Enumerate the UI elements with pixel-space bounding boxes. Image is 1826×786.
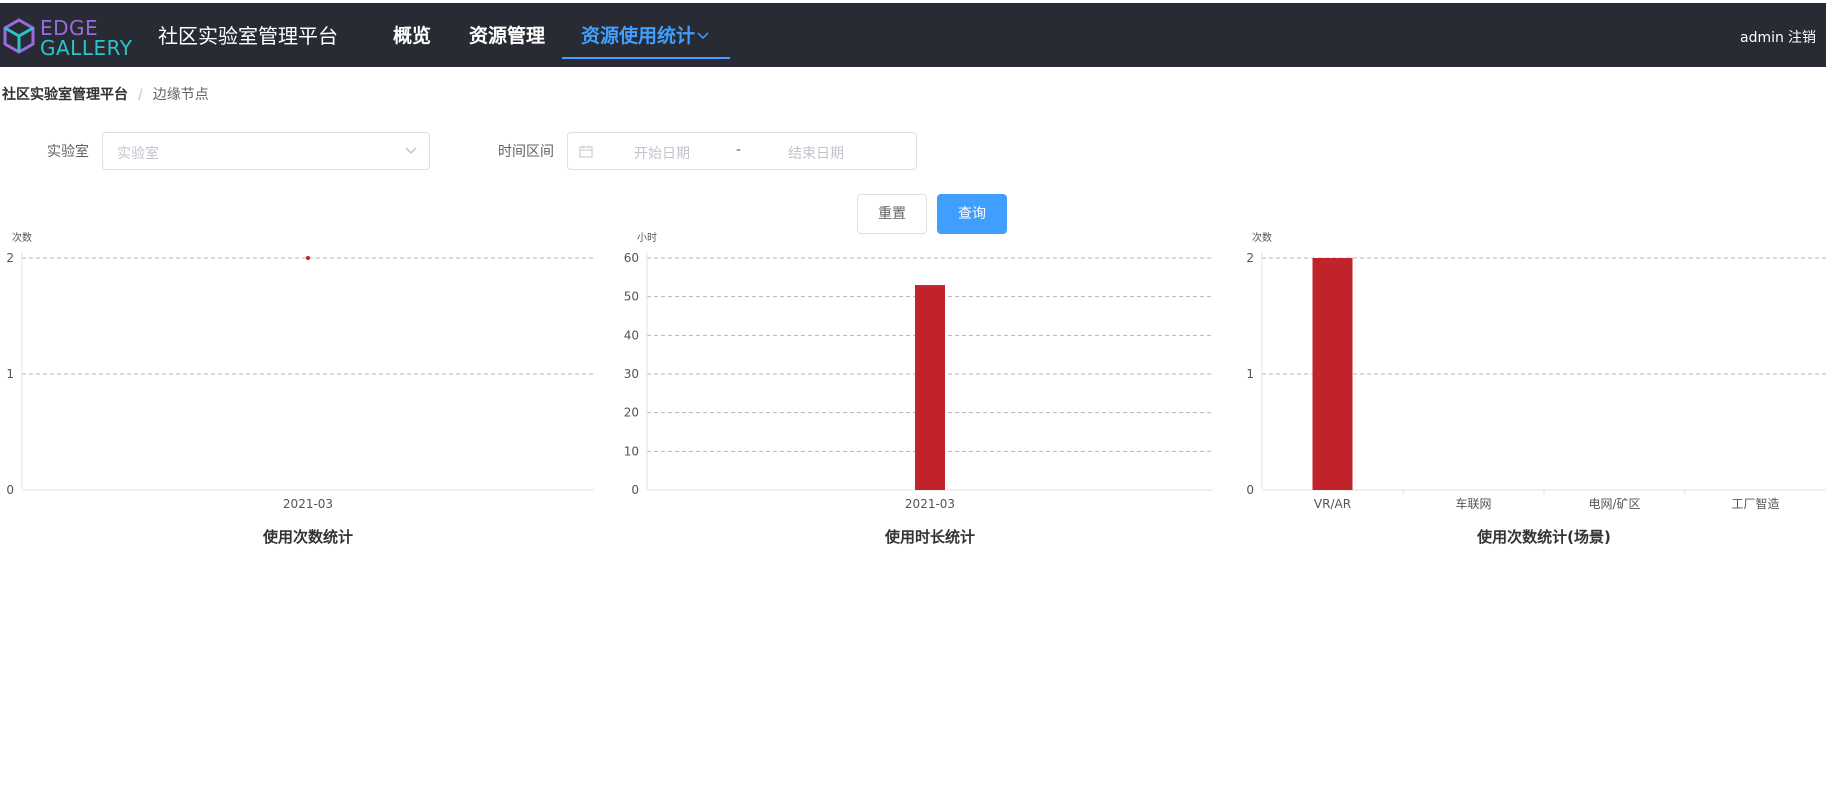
active-nav-indicator bbox=[562, 57, 730, 59]
logo-text-gallery: GALLERY bbox=[40, 36, 133, 60]
y-tick-label: 10 bbox=[624, 444, 639, 458]
bar bbox=[1312, 258, 1353, 490]
calendar-icon bbox=[579, 145, 593, 158]
usage-count-chart-plot: 次数 0 1 2 2021-03 bbox=[6, 231, 594, 511]
y-tick-label: 50 bbox=[624, 290, 639, 304]
chevron-down-icon bbox=[405, 147, 417, 155]
user-name[interactable]: admin bbox=[1740, 29, 1784, 47]
x-tick-label: 电网/矿区 bbox=[1588, 497, 1640, 511]
data-point bbox=[306, 256, 310, 260]
y-tick-label: 1 bbox=[1246, 367, 1254, 381]
scenario-usage-chart-plot: 次数 0 1 2 VR/AR 车联网 电网/矿区 工厂智造 bbox=[1246, 231, 1826, 511]
bar bbox=[915, 285, 945, 490]
chevron-down-icon[interactable] bbox=[697, 32, 709, 40]
y-tick-label: 20 bbox=[624, 406, 639, 420]
usage-count-chart: 次数 0 1 2 2021-03 使用次数统计 bbox=[0, 228, 600, 558]
start-date-input[interactable]: 开始日期 bbox=[634, 143, 690, 163]
y-tick-label: 0 bbox=[631, 483, 639, 497]
y-tick-label: 0 bbox=[1246, 483, 1254, 497]
y-tick-label: 60 bbox=[624, 251, 639, 265]
breadcrumb-item-platform[interactable]: 社区实验室管理平台 bbox=[2, 87, 128, 103]
date-range-picker[interactable]: 开始日期 - 结束日期 bbox=[567, 132, 917, 170]
y-tick-label: 0 bbox=[6, 483, 14, 497]
x-tick-label: 2021-03 bbox=[283, 497, 333, 511]
y-tick-label: 30 bbox=[624, 367, 639, 381]
usage-duration-chart-title: 使用时长统计 bbox=[884, 528, 975, 546]
nav-resource-statistics[interactable]: 资源使用统计 bbox=[581, 23, 695, 49]
x-tick-label: 工厂智造 bbox=[1731, 496, 1779, 511]
usage-duration-chart-plot: 小时 0 10 20 30 40 50 60 2021-03 bbox=[624, 232, 1213, 511]
x-tick-label: 车联网 bbox=[1455, 496, 1491, 511]
nav-resource-management[interactable]: 资源管理 bbox=[469, 23, 545, 49]
lab-label: 实验室 bbox=[47, 144, 89, 160]
y-tick-label: 2 bbox=[1246, 251, 1254, 265]
usage-count-chart-title: 使用次数统计 bbox=[262, 528, 353, 546]
edgegallery-logo[interactable]: EDGE GALLERY bbox=[2, 15, 132, 59]
usage-duration-chart: 小时 0 10 20 30 40 50 60 2021-03 使用时长统计 bbox=[622, 228, 1222, 558]
end-date-input[interactable]: 结束日期 bbox=[788, 143, 844, 163]
platform-title: 社区实验室管理平台 bbox=[158, 24, 338, 48]
y-tick-label: 2 bbox=[6, 251, 14, 265]
time-range-label: 时间区间 bbox=[498, 144, 554, 160]
top-navbar: EDGE GALLERY 社区实验室管理平台 概览 资源管理 资源使用统计 ad… bbox=[0, 3, 1826, 67]
nav-overview[interactable]: 概览 bbox=[393, 23, 431, 49]
x-tick-label: VR/AR bbox=[1314, 497, 1351, 511]
lab-select-placeholder: 实验室 bbox=[117, 146, 159, 162]
y-axis-unit-label: 小时 bbox=[637, 232, 657, 244]
breadcrumb-item-edge-node: 边缘节点 bbox=[152, 87, 209, 103]
cube-logo-icon bbox=[3, 18, 35, 54]
date-range-separator: - bbox=[736, 142, 742, 158]
y-axis-unit-label: 次数 bbox=[12, 231, 32, 244]
x-tick-label: 2021-03 bbox=[905, 497, 955, 511]
scenario-usage-chart: 次数 0 1 2 VR/AR 车联网 电网/矿区 工厂智造 使用次数统计(场景) bbox=[1240, 228, 1826, 558]
y-axis-unit-label: 次数 bbox=[1252, 231, 1272, 244]
breadcrumb-separator: / bbox=[138, 87, 143, 103]
y-tick-label: 1 bbox=[6, 367, 14, 381]
y-tick-label: 40 bbox=[624, 328, 639, 342]
scenario-usage-chart-title: 使用次数统计(场景) bbox=[1477, 528, 1611, 546]
breadcrumb: 社区实验室管理平台 / 边缘节点 bbox=[2, 86, 209, 104]
lab-select[interactable]: 实验室 bbox=[102, 132, 430, 170]
logout-link[interactable]: 注销 bbox=[1788, 29, 1816, 47]
